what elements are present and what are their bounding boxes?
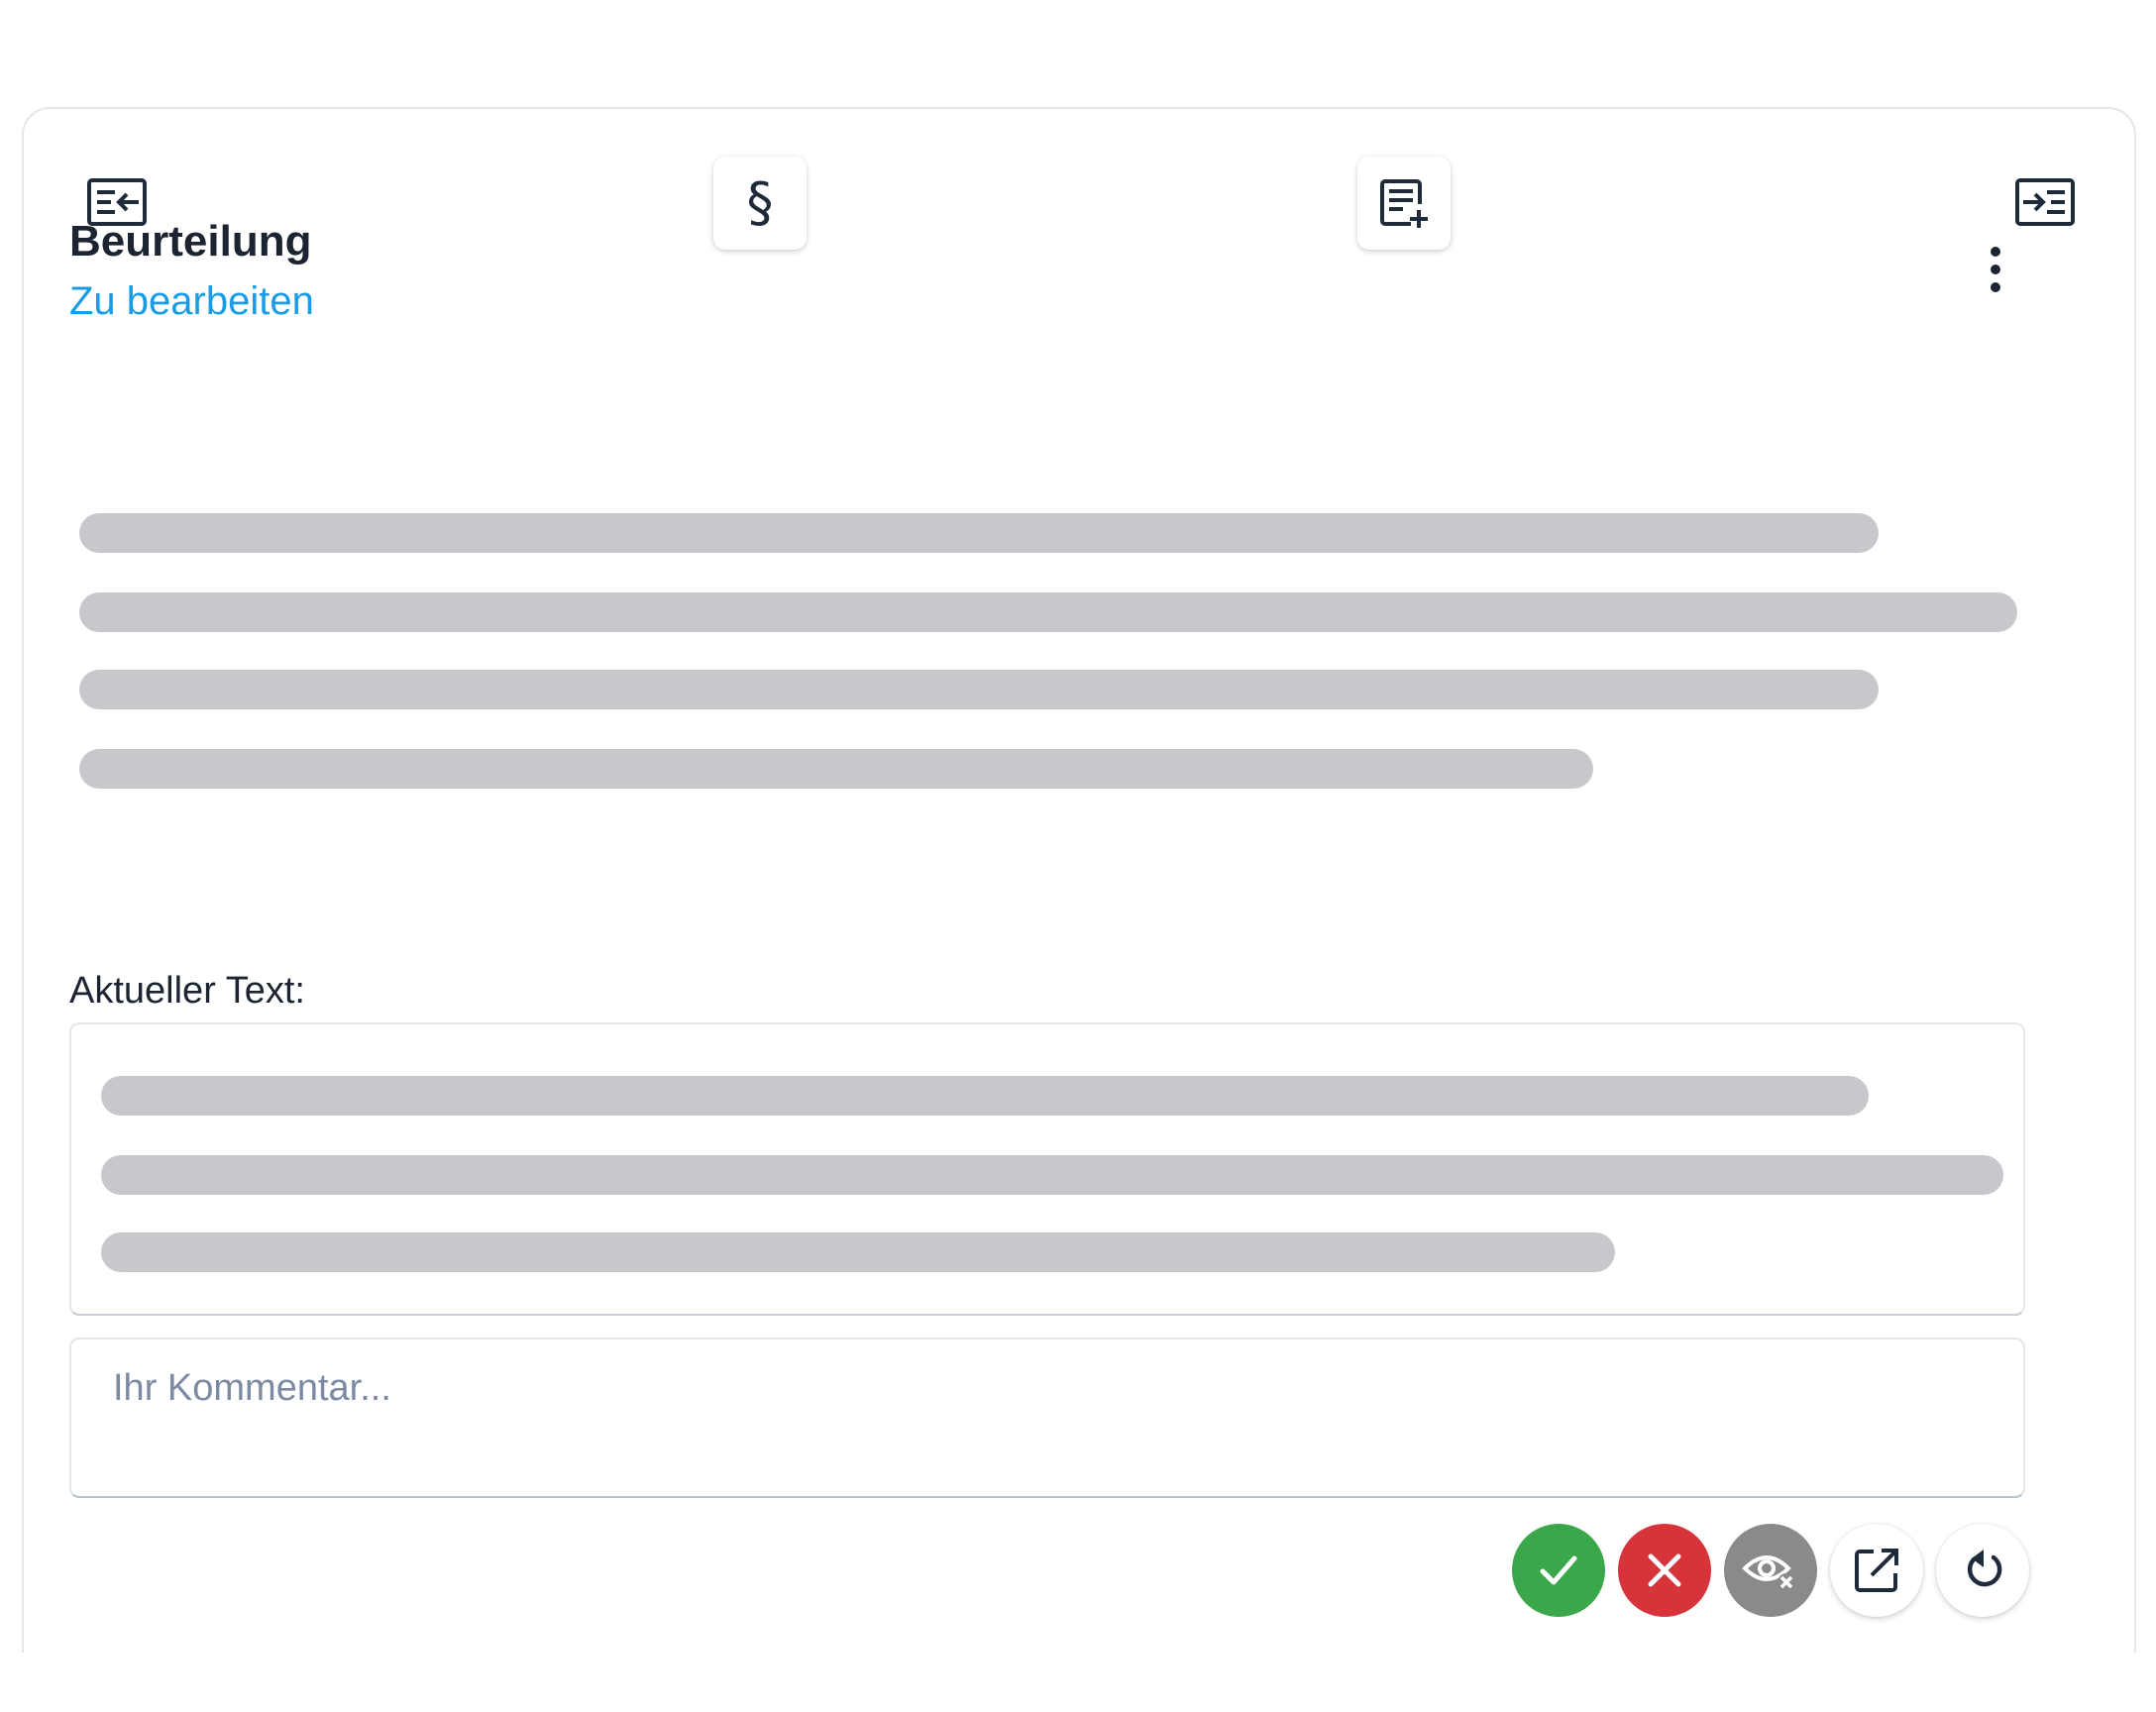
paragraph-icon: § — [746, 171, 774, 234]
check-icon — [1540, 1555, 1577, 1585]
note-add-icon — [1380, 179, 1428, 228]
more-vertical-icon — [1991, 247, 2000, 292]
open-external-icon — [1855, 1549, 1898, 1592]
skeleton-line — [79, 513, 1879, 553]
undo-button[interactable] — [1936, 1524, 2029, 1617]
add-note-button[interactable] — [1357, 157, 1451, 250]
skeleton-line — [101, 1076, 1869, 1116]
skeleton-line — [101, 1232, 1615, 1272]
skeleton-line — [79, 592, 2017, 632]
more-options-button[interactable] — [1956, 230, 2035, 309]
close-icon — [1648, 1553, 1681, 1587]
hide-button[interactable] — [1724, 1524, 1817, 1617]
paragraph-button[interactable]: § — [713, 157, 807, 250]
eye-off-icon — [1742, 1555, 1795, 1591]
reject-button[interactable] — [1618, 1524, 1711, 1617]
undo-icon — [1967, 1550, 2002, 1587]
skeleton-line — [101, 1155, 2003, 1195]
skeleton-line — [79, 749, 1593, 789]
status-link[interactable]: Zu bearbeiten — [69, 277, 314, 325]
accept-button[interactable] — [1512, 1524, 1605, 1617]
current-text-box — [69, 1022, 2025, 1316]
collapse-right-button[interactable] — [2007, 164, 2083, 240]
current-text-label: Aktueller Text: — [69, 970, 305, 1012]
open-external-button[interactable] — [1830, 1524, 1923, 1617]
skeleton-line — [79, 670, 1879, 709]
comment-input[interactable] — [69, 1338, 2025, 1498]
page-title: Beurteilung — [69, 217, 312, 266]
list-arrow-right-icon — [2015, 178, 2075, 226]
